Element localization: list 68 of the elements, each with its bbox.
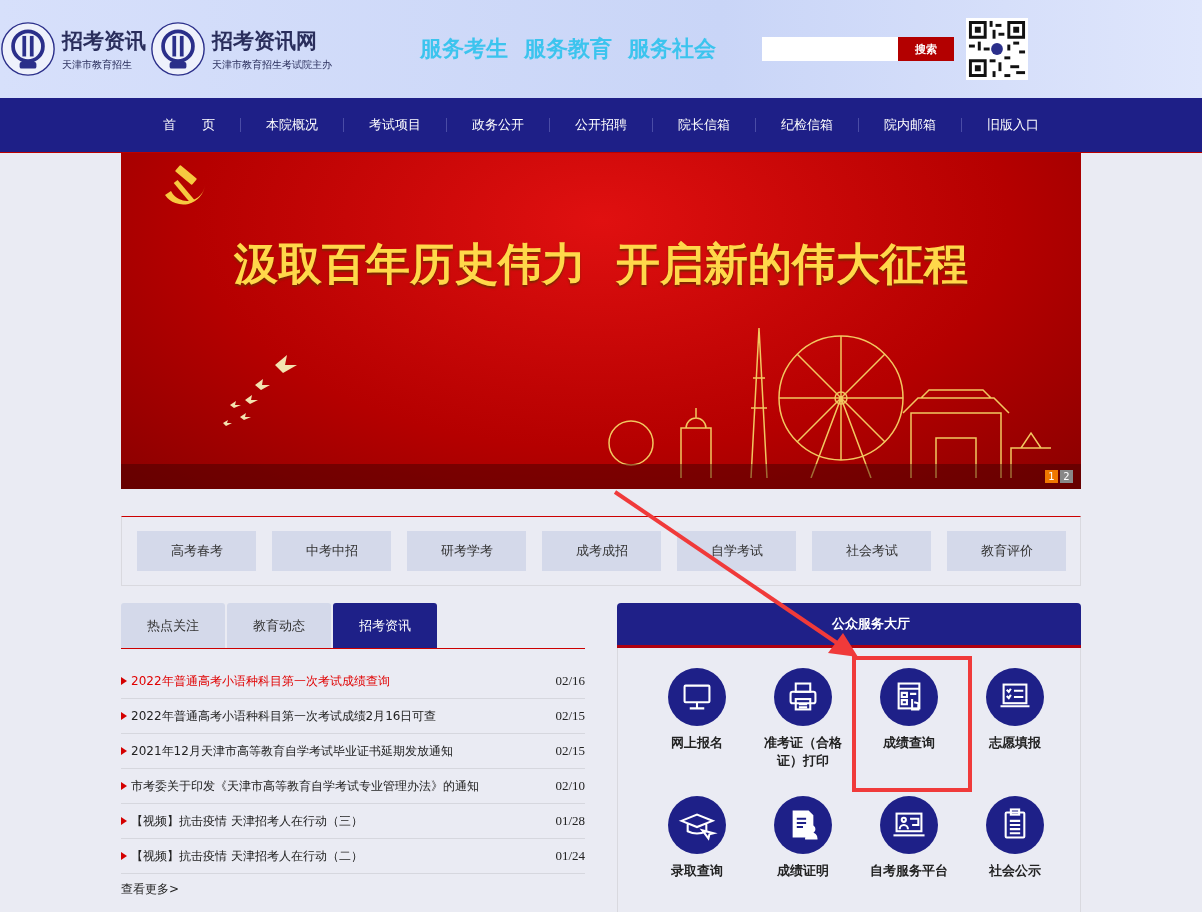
search-field[interactable] xyxy=(762,37,898,61)
bullet-icon xyxy=(121,782,127,790)
nav-link[interactable]: 纪检信箱 xyxy=(756,116,858,134)
clipboard-icon xyxy=(986,796,1044,854)
nav-link[interactable]: 本院概况 xyxy=(241,116,343,134)
graduation-cap-icon xyxy=(668,796,726,854)
news-date: 02/10 xyxy=(555,778,585,794)
slogan: 服务教育 xyxy=(524,35,612,63)
service-link[interactable]: 志愿填报 xyxy=(971,668,1059,753)
news-link[interactable]: 市考委关于印发《天津市高等教育自学考试专业管理办法》的通知 xyxy=(131,777,556,795)
service-link[interactable]: 自考服务平台 xyxy=(865,796,953,881)
document-person-icon xyxy=(774,796,832,854)
news-link[interactable]: 【视频】抗击疫情 天津招考人在行动（二） xyxy=(131,847,556,865)
checklist-icon xyxy=(986,668,1044,726)
news-date: 02/15 xyxy=(555,708,585,724)
slogan: 服务考生 xyxy=(420,35,508,63)
news-tab[interactable]: 教育动态 xyxy=(227,603,331,648)
category-button[interactable]: 成考成招 xyxy=(542,531,661,571)
news-date: 01/24 xyxy=(555,848,585,864)
category-button[interactable]: 高考春考 xyxy=(137,531,256,571)
news-date: 02/16 xyxy=(555,673,585,689)
printer-icon xyxy=(774,668,832,726)
news-link[interactable]: 【视频】抗击疫情 天津招考人在行动（三） xyxy=(131,812,556,830)
panel-title: 公众服务大厅 xyxy=(831,615,910,633)
form-pointer-icon xyxy=(880,668,938,726)
nav-link[interactable]: 考试项目 xyxy=(344,116,446,134)
news-date: 01/28 xyxy=(555,813,585,829)
slogan: 服务社会 xyxy=(628,35,716,63)
nav-link[interactable]: 院内邮箱 xyxy=(859,116,961,134)
service-link[interactable]: 准考证（合格证）打印 xyxy=(759,668,847,771)
bullet-icon xyxy=(121,817,127,825)
category-button[interactable]: 社会考试 xyxy=(812,531,931,571)
nav-link[interactable]: 政务公开 xyxy=(447,116,549,134)
service-link[interactable]: 成绩查询 xyxy=(865,668,953,753)
category-button[interactable]: 中考中招 xyxy=(272,531,391,571)
nav-link[interactable]: 首 页 xyxy=(138,116,240,134)
banner-headline: 汲取百年历史伟力 开启新的伟大征程 xyxy=(232,237,970,291)
site-title: 招考资讯 xyxy=(62,27,146,55)
emblem-icon xyxy=(150,21,206,77)
more-link[interactable]: 查看更多> xyxy=(121,881,585,898)
site-subtitle: 天津市教育招生 xyxy=(62,57,133,72)
news-link[interactable]: 2021年12月天津市高等教育自学考试毕业证书延期发放通知 xyxy=(131,742,556,760)
category-button[interactable]: 教育评价 xyxy=(947,531,1066,571)
emblem-icon xyxy=(0,21,56,77)
news-link[interactable]: 2022年普通高考小语种科目第一次考试成绩查询 xyxy=(131,672,556,690)
news-tab[interactable]: 热点关注 xyxy=(121,603,225,648)
category-button[interactable]: 研考学考 xyxy=(407,531,526,571)
news-link[interactable]: 2022年普通高考小语种科目第一次考试成绩2月16日可查 xyxy=(131,707,556,725)
monitor-icon xyxy=(668,668,726,726)
category-button[interactable]: 自学考试 xyxy=(677,531,796,571)
site-subtitle: 天津市教育招生考试院主办 xyxy=(212,57,332,72)
news-date: 02/15 xyxy=(555,743,585,759)
screen-person-icon xyxy=(880,796,938,854)
nav-link[interactable]: 公开招聘 xyxy=(550,116,652,134)
service-link[interactable]: 社会公示 xyxy=(971,796,1059,881)
bullet-icon xyxy=(121,747,127,755)
service-link[interactable]: 网上报名 xyxy=(653,668,741,753)
qr-code-icon xyxy=(966,18,1028,80)
search-button[interactable]: 搜索 xyxy=(898,37,954,61)
nav-link[interactable]: 旧版入口 xyxy=(962,116,1064,134)
bullet-icon xyxy=(121,852,127,860)
nav-link[interactable]: 院长信箱 xyxy=(653,116,755,134)
bullet-icon xyxy=(121,712,127,720)
site-title: 招考资讯网 xyxy=(212,27,318,55)
bullet-icon xyxy=(121,677,127,685)
service-link[interactable]: 录取查询 xyxy=(653,796,741,881)
news-tab[interactable]: 招考资讯 xyxy=(333,603,437,648)
service-link[interactable]: 成绩证明 xyxy=(759,796,847,881)
